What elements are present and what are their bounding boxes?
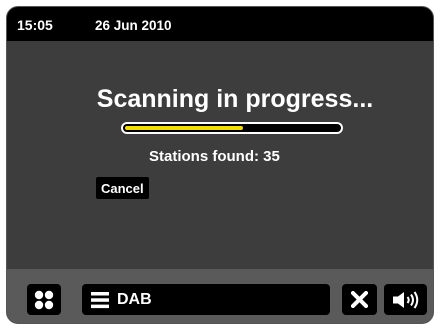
volume-icon: [392, 290, 420, 310]
close-icon: [351, 291, 368, 308]
stations-found-text: Stations found: 35: [149, 148, 280, 165]
menu-button[interactable]: [27, 284, 61, 315]
status-bar: 15:05 26 Jun 2010: [7, 7, 433, 41]
source-button[interactable]: DAB: [82, 284, 330, 315]
cancel-button[interactable]: Cancel: [96, 177, 149, 199]
scan-progress-bar: [121, 122, 343, 134]
scan-progress-fill: [125, 126, 243, 130]
bottom-toolbar: DAB: [7, 269, 433, 323]
four-dots-icon: [34, 290, 54, 310]
scan-title: Scanning in progress...: [96, 85, 374, 113]
close-button[interactable]: [342, 284, 377, 315]
hamburger-icon: [91, 291, 109, 309]
volume-button[interactable]: [384, 284, 427, 315]
radio-screen: 15:05 26 Jun 2010 Scanning in progress..…: [6, 6, 434, 324]
source-label: DAB: [117, 291, 152, 308]
clock-date: 26 Jun 2010: [95, 18, 172, 33]
clock-time: 15:05: [17, 17, 53, 33]
